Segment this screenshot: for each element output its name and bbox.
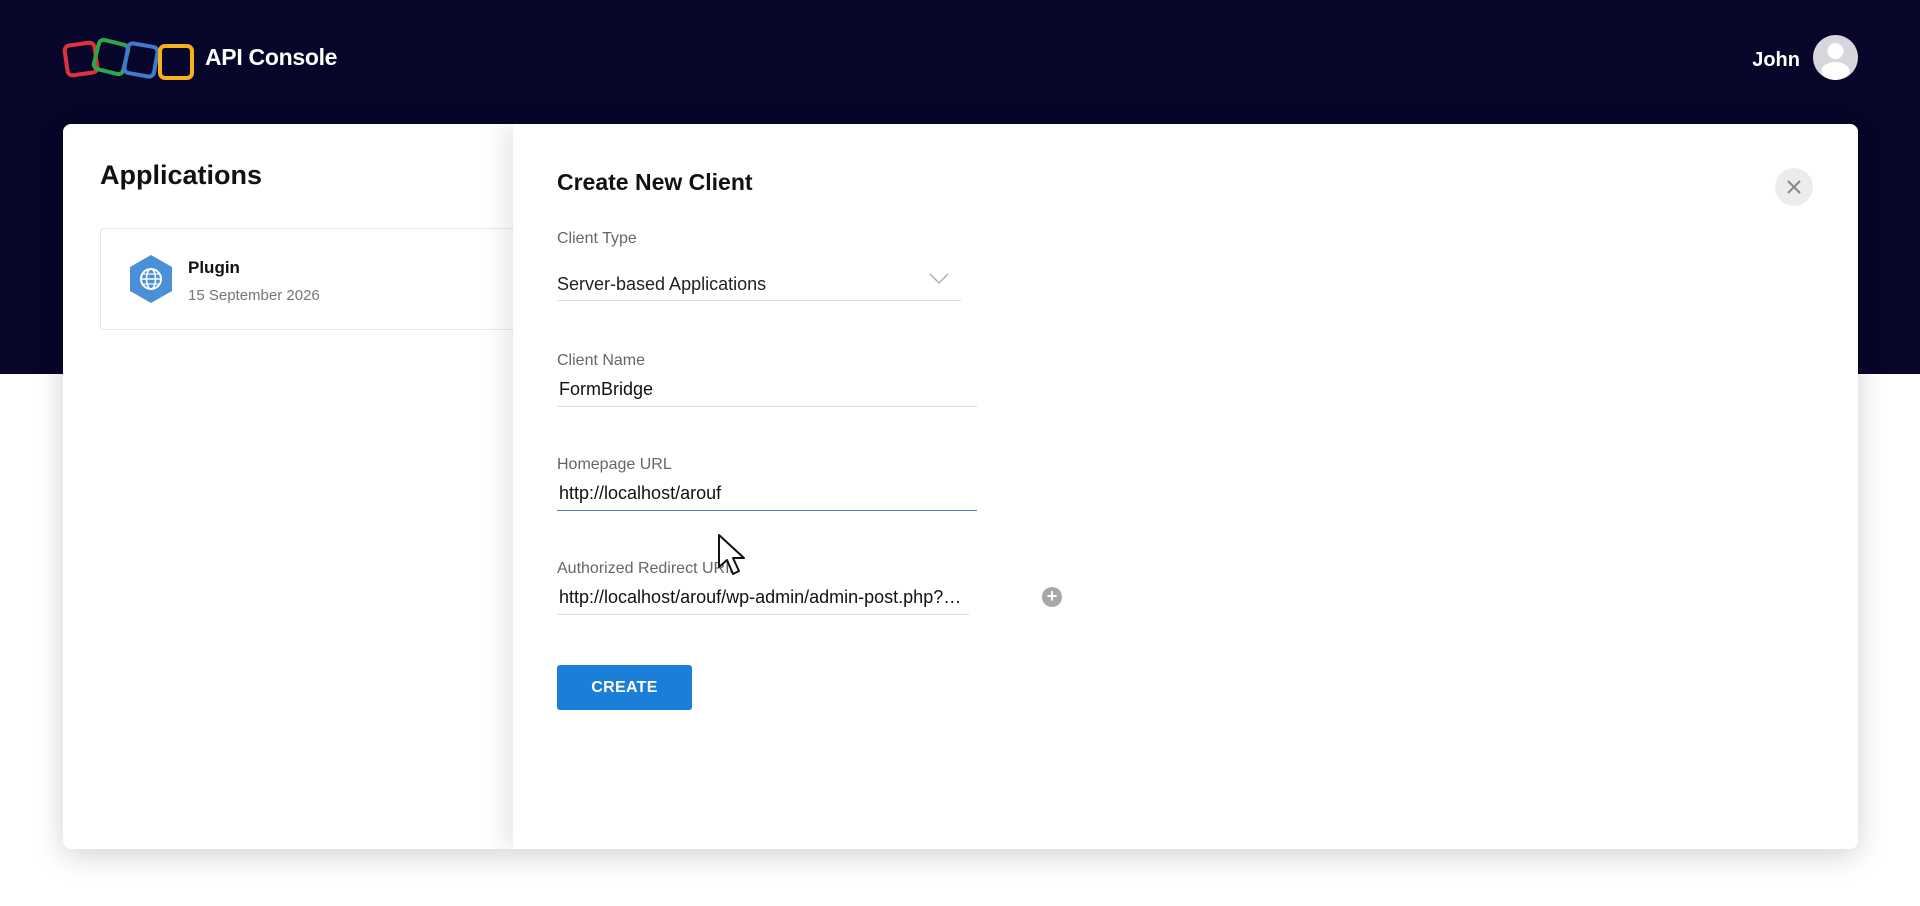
add-redirect-uri-button[interactable]: + (1042, 587, 1062, 607)
main-card: Applications Plugin 15 September 2026 Cr… (63, 124, 1858, 849)
app-title: API Console (205, 44, 338, 70)
globe-icon (130, 255, 172, 303)
client-type-select[interactable]: Server-based Applications (557, 264, 961, 301)
client-type-value: Server-based Applications (557, 274, 767, 294)
avatar[interactable] (1813, 35, 1858, 80)
redirect-uris-label: Authorized Redirect URIs (557, 560, 738, 577)
homepage-url-label: Homepage URL (557, 456, 672, 473)
application-item[interactable]: Plugin 15 September 2026 (100, 228, 562, 330)
redirect-uri-input[interactable] (557, 580, 969, 615)
client-name-label: Client Name (557, 352, 646, 369)
application-date: 15 September 2026 (188, 287, 320, 304)
panel-title: Create New Client (557, 169, 753, 195)
user-avatar-icon (1821, 43, 1850, 80)
create-client-panel: Create New Client Client Type Server-bas… (513, 124, 1858, 849)
user-name[interactable]: John (1752, 49, 1800, 72)
mouse-cursor-icon (718, 534, 745, 575)
create-button[interactable]: CREATE (557, 665, 692, 710)
close-icon (1787, 180, 1801, 194)
chevron-down-icon (929, 273, 949, 285)
close-button[interactable] (1775, 168, 1813, 206)
applications-heading: Applications (100, 160, 263, 190)
homepage-url-input[interactable] (557, 476, 977, 511)
client-name-input[interactable] (557, 372, 977, 407)
brand-logo (62, 37, 194, 80)
application-name: Plugin (188, 258, 240, 277)
client-type-label: Client Type (557, 230, 637, 247)
